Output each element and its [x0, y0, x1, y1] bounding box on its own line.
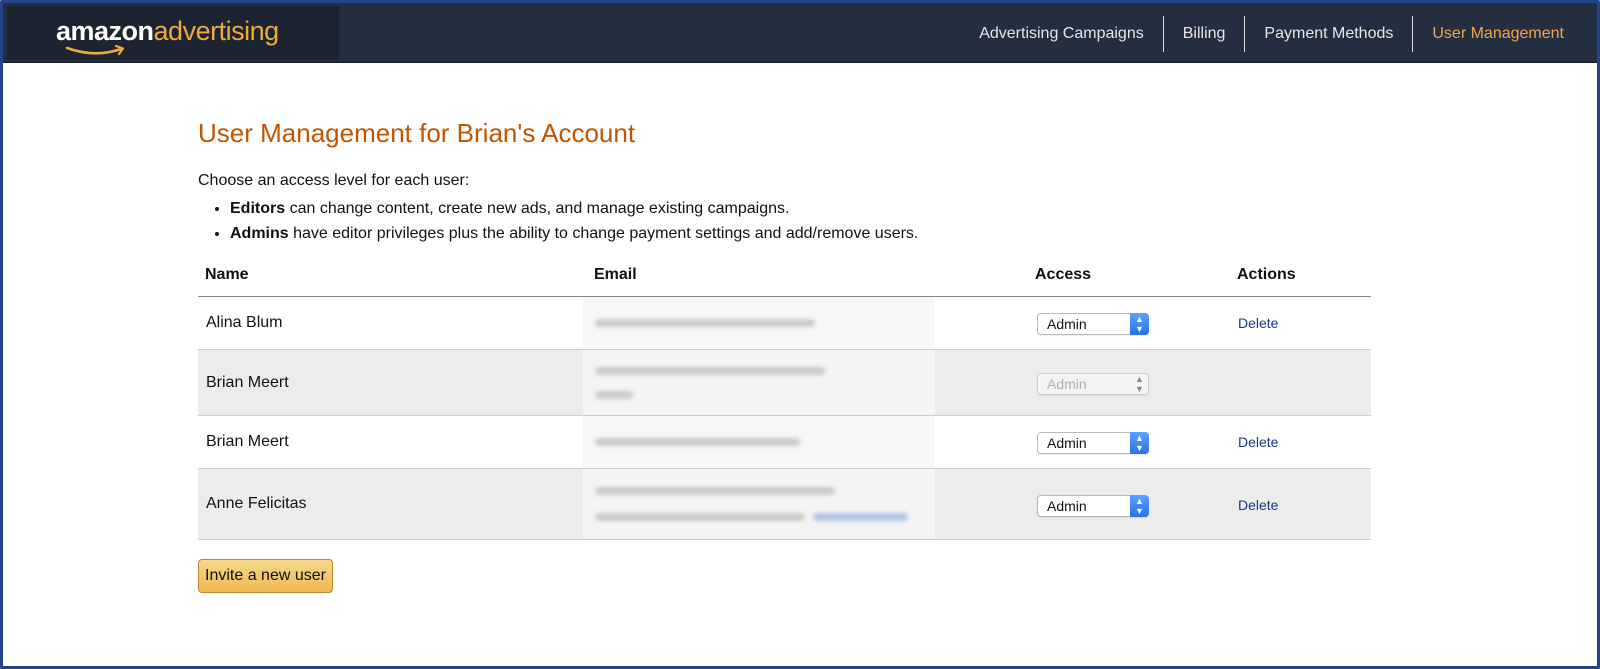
admins-description: have editor privileges plus the ability … [288, 225, 919, 242]
page-title: User Management for Brian's Account [198, 118, 636, 148]
chevron-up-down-icon: ▲ ▼ [1130, 495, 1149, 517]
blurred-email-text [595, 319, 815, 327]
delete-link[interactable]: Delete [1238, 315, 1278, 331]
table-row: Brian Meert Admin ▲ ▼ Delete [198, 416, 1371, 469]
table-row: Alina Blum Admin ▲ ▼ Delete [198, 297, 1371, 350]
blurred-role-text [595, 391, 633, 399]
access-select-disabled: Admin ▲ ▼ [1037, 373, 1149, 395]
table-row: Brian Meert Admin ▲ ▼ [198, 350, 1371, 416]
email-redacted [583, 469, 935, 539]
access-level-list: Editors can change content, create new a… [230, 196, 1398, 246]
table-header: Name Email Access Actions [198, 257, 1371, 297]
blurred-link-text [813, 513, 908, 521]
access-select-value: Admin [1047, 316, 1087, 332]
chevron-up-down-icon: ▲ ▼ [1130, 432, 1149, 454]
main-content: User Management for Brian's Account Choo… [198, 103, 1398, 540]
access-select-value: Admin [1047, 376, 1087, 392]
top-header: amazonadvertising Advertising Campaigns … [3, 3, 1597, 63]
invite-new-user-button[interactable]: Invite a new user [198, 559, 333, 593]
nav-payment-methods[interactable]: Payment Methods [1245, 16, 1412, 52]
user-name: Brian Meert [206, 433, 289, 450]
blurred-email-text [595, 367, 825, 375]
users-table: Name Email Access Actions Alina Blum Adm… [198, 257, 1371, 540]
column-header-name: Name [205, 266, 249, 283]
nav-billing[interactable]: Billing [1164, 16, 1245, 52]
user-name: Brian Meert [206, 374, 289, 391]
nav-advertising-campaigns[interactable]: Advertising Campaigns [960, 16, 1163, 52]
logo-text: amazonadvertising [56, 16, 279, 46]
delete-link[interactable]: Delete [1238, 434, 1278, 450]
email-redacted [583, 350, 935, 415]
delete-link[interactable]: Delete [1238, 497, 1278, 513]
access-select[interactable]: Admin ▲ ▼ [1037, 432, 1149, 454]
logo-word-amazon: amazon [56, 16, 154, 46]
access-select[interactable]: Admin ▲ ▼ [1037, 495, 1149, 517]
logo-word-advertising: advertising [153, 16, 280, 46]
access-select-value: Admin [1047, 498, 1087, 514]
list-item: Editors can change content, create new a… [230, 196, 1398, 221]
user-name: Anne Felicitas [206, 495, 307, 512]
email-redacted [583, 297, 935, 349]
intro-text: Choose an access level for each user: [198, 172, 470, 189]
blurred-email-text [595, 487, 835, 495]
user-name: Alina Blum [206, 314, 283, 331]
table-row: Anne Felicitas Admin ▲ ▼ Delete [198, 469, 1371, 540]
column-header-access: Access [1035, 266, 1092, 283]
nav-user-management[interactable]: User Management [1413, 16, 1583, 52]
blurred-email-text [595, 438, 800, 446]
term-admins: Admins [230, 225, 289, 242]
top-nav: Advertising Campaigns Billing Payment Me… [960, 16, 1583, 52]
list-item: Admins have editor privileges plus the a… [230, 221, 1398, 246]
column-header-actions: Actions [1237, 266, 1296, 283]
column-header-email: Email [594, 266, 637, 283]
editors-description: can change content, create new ads, and … [285, 200, 790, 217]
logo[interactable]: amazonadvertising [7, 6, 339, 60]
access-select[interactable]: Admin ▲ ▼ [1037, 313, 1149, 335]
blurred-note-text [595, 513, 805, 521]
access-select-value: Admin [1047, 435, 1087, 451]
app-window: amazonadvertising Advertising Campaigns … [0, 0, 1600, 669]
term-editors: Editors [230, 200, 286, 217]
chevron-up-down-icon: ▲ ▼ [1130, 313, 1149, 335]
chevron-up-down-icon: ▲ ▼ [1135, 374, 1144, 394]
amazon-smile-icon [65, 45, 125, 56]
email-redacted [583, 416, 935, 468]
